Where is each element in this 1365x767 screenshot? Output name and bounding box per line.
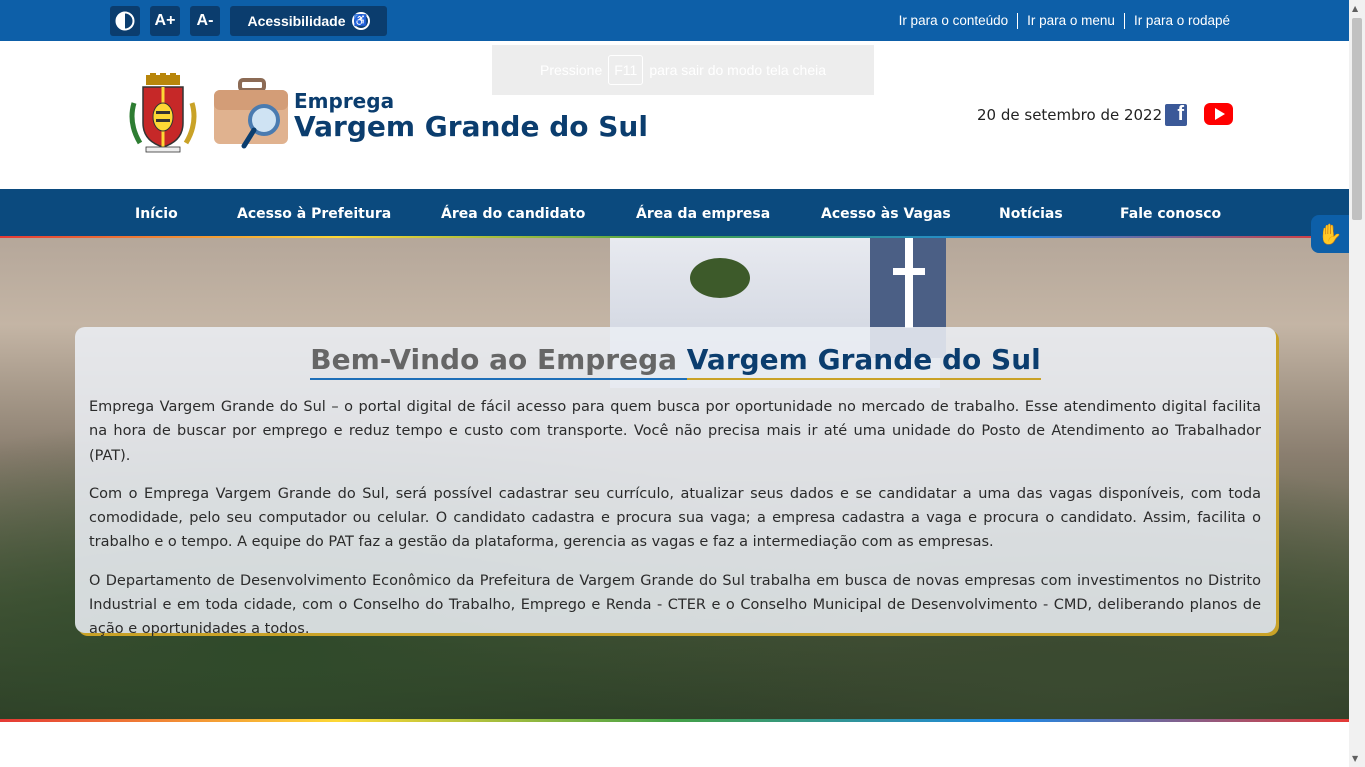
welcome-paragraph: Emprega Vargem Grande do Sul – o portal …: [89, 399, 1261, 464]
nav-item-area-candidato[interactable]: Área do candidato: [441, 189, 585, 238]
vlibras-hands-icon[interactable]: ✋: [1311, 215, 1349, 253]
toast-text-before: Pressione: [539, 62, 603, 78]
font-decrease-button[interactable]: A-: [190, 6, 220, 36]
welcome-title-part1: Bem-Vindo ao Emprega: [310, 343, 687, 380]
welcome-paragraph: Com o Emprega Vargem Grande do Sul, será…: [89, 485, 1261, 551]
hero-palm-shape: [690, 258, 750, 298]
font-increase-button[interactable]: A+: [150, 6, 180, 36]
nav-item-acesso-prefeitura[interactable]: Acesso à Prefeitura: [237, 189, 391, 238]
scroll-up-arrow-icon[interactable]: ▲: [1352, 4, 1358, 13]
welcome-card: Bem-Vindo ao Emprega Vargem Grande do Su…: [75, 327, 1276, 637]
briefcase-search-icon: [214, 78, 288, 149]
welcome-title-part2: Vargem Grande do Sul: [686, 343, 1041, 380]
accessibility-icon: ♿: [351, 12, 370, 30]
accessibility-button[interactable]: Acessibilidade ♿: [230, 6, 387, 36]
hero-cross-bar: [893, 268, 925, 275]
nav-item-area-empresa[interactable]: Área da empresa: [636, 189, 770, 238]
nav-item-inicio[interactable]: Início: [135, 189, 178, 238]
hero-rainbow-divider: [0, 719, 1349, 722]
fullscreen-exit-toast: Pressione F11 para sair do modo tela che…: [492, 45, 874, 95]
nav-item-noticias[interactable]: Notícias: [999, 189, 1063, 238]
toast-text-after: para sair do modo tela cheia: [649, 62, 827, 78]
accessibility-label: Acessibilidade: [247, 13, 346, 29]
accessibility-bar: A+ A- Acessibilidade ♿ Ir para o conteúd…: [0, 0, 1349, 41]
welcome-title: Bem-Vindo ao Emprega Vargem Grande do Su…: [75, 343, 1276, 380]
youtube-icon[interactable]: [1204, 103, 1233, 125]
site-logo-title[interactable]: Vargem Grande do Sul: [294, 110, 648, 143]
facebook-icon[interactable]: f: [1165, 104, 1187, 126]
contrast-button[interactable]: [110, 6, 140, 36]
nav-item-acesso-vagas[interactable]: Acesso às Vagas: [821, 189, 951, 238]
city-crest-logo: [129, 73, 197, 153]
toast-key: F11: [608, 55, 644, 85]
nav-item-fale-conosco[interactable]: Fale conosco: [1120, 189, 1221, 238]
current-date: 20 de setembro de 2022: [977, 106, 1163, 124]
hero-cross-shape: [905, 238, 913, 328]
contrast-icon: [115, 11, 135, 31]
welcome-text: Emprega Vargem Grande do Sul – o portal …: [89, 395, 1261, 656]
skip-to-menu-link[interactable]: Ir para o menu: [1017, 12, 1124, 29]
welcome-paragraph: O Departamento de Desenvolvimento Econôm…: [89, 572, 1261, 638]
skip-to-footer-link[interactable]: Ir para o rodapé: [1123, 12, 1239, 29]
main-nav: Início Acesso à Prefeitura Área do candi…: [0, 189, 1349, 238]
skip-links: Ir para o conteúdo Ir para o menu Ir par…: [890, 0, 1239, 41]
scrollbar-thumb[interactable]: [1352, 18, 1362, 220]
scroll-down-arrow-icon[interactable]: ▼: [1352, 754, 1358, 763]
skip-to-content-link[interactable]: Ir para o conteúdo: [890, 13, 1018, 29]
